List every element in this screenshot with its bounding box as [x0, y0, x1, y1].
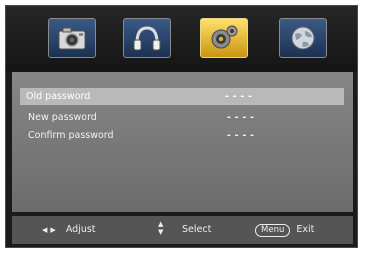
exit-hint: Menu Exit — [255, 224, 314, 237]
tab-network[interactable] — [279, 18, 327, 58]
new-password-field[interactable]: ---- — [226, 109, 257, 126]
exit-label: Exit — [296, 224, 315, 235]
confirm-password-row[interactable]: Confirm password ---- — [22, 127, 352, 144]
left-arrow-icon: ◀ — [42, 226, 48, 234]
key-hint-bar: ◀ ▶ Adjust ▲ ▼ Select Menu Exit — [12, 216, 353, 244]
tab-picture[interactable] — [48, 18, 96, 58]
old-password-field[interactable]: ---- — [224, 88, 255, 105]
confirm-password-field[interactable]: ---- — [226, 127, 257, 144]
tv-menu-frame: Old password ---- New password ---- Conf… — [5, 5, 358, 248]
menu-tab-bar — [6, 6, 357, 72]
select-label: Select — [182, 224, 212, 235]
adjust-label: Adjust — [65, 224, 96, 235]
tab-setup[interactable] — [200, 18, 248, 58]
menu-key-icon: Menu — [255, 224, 291, 237]
old-password-label: Old password — [26, 91, 91, 102]
up-down-icon: ▲ ▼ — [158, 220, 164, 236]
right-arrow-icon: ▶ — [50, 226, 56, 234]
new-password-row[interactable]: New password ---- — [22, 109, 352, 126]
globe-icon — [291, 26, 315, 50]
adjust-hint: ◀ ▶ Adjust — [42, 224, 96, 236]
password-panel: Old password ---- New password ---- Conf… — [12, 72, 353, 212]
select-hint: Select — [182, 224, 211, 236]
camera-icon — [58, 27, 86, 50]
new-password-label: New password — [28, 112, 97, 123]
confirm-password-label: Confirm password — [28, 130, 114, 141]
tab-sound[interactable] — [123, 18, 171, 58]
gear-icon — [211, 25, 238, 49]
old-password-row[interactable]: Old password ---- — [20, 88, 344, 105]
headphones-icon — [133, 26, 161, 51]
